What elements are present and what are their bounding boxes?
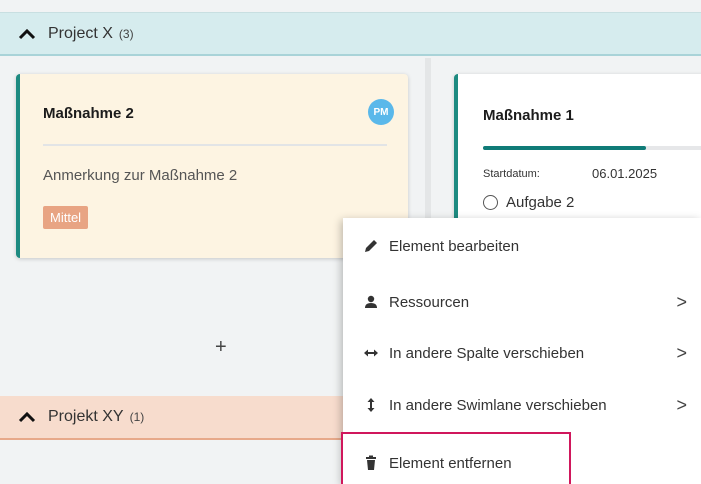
- menu-item-resources[interactable]: Ressourcen >: [343, 280, 701, 324]
- swimlane-count: (1): [129, 410, 145, 424]
- horizontal-arrows-icon: [363, 345, 379, 361]
- swimlane-body: [0, 444, 345, 484]
- menu-item-edit[interactable]: Element bearbeiten: [343, 224, 701, 268]
- chevron-up-icon[interactable]: [16, 23, 38, 45]
- menu-item-move-column[interactable]: In andere Spalte verschieben >: [343, 331, 701, 375]
- swimlane-title: Project X: [48, 24, 113, 42]
- swimlane-header-projekt-xy[interactable]: Projekt XY (1): [0, 396, 345, 440]
- highlight-frame: [341, 432, 571, 484]
- pencil-icon: [363, 238, 379, 254]
- chevron-right-icon: >: [676, 291, 687, 312]
- priority-badge: Mittel: [43, 206, 89, 229]
- progress-bar: [483, 146, 701, 150]
- menu-item-label: In andere Swimlane verschieben: [389, 396, 607, 414]
- progress-fill: [483, 146, 647, 150]
- card-massnahme-1[interactable]: Maßnahme 1 Startdatum: 06.01.2025 Aufgab…: [454, 74, 701, 224]
- card-note: Anmerkung zur Maßnahme 2: [43, 167, 238, 184]
- chevron-up-icon[interactable]: [16, 406, 38, 428]
- start-date-label: Startdatum:: [483, 168, 540, 180]
- card-title: Maßnahme 2: [43, 105, 134, 122]
- swimlane-count: (3): [118, 26, 134, 41]
- person-icon: [363, 294, 379, 310]
- task-label: Aufgabe 2: [506, 194, 575, 211]
- swimlane-header-project-x[interactable]: Project X (3): [0, 12, 701, 56]
- start-date-value: 06.01.2025: [592, 166, 658, 181]
- add-card-button[interactable]: +: [215, 336, 227, 359]
- chevron-right-icon: >: [676, 342, 687, 363]
- vertical-arrows-icon: [363, 397, 379, 413]
- swimlane-title: Projekt XY: [48, 408, 124, 425]
- avatar: PM: [368, 99, 394, 125]
- menu-item-label: Element bearbeiten: [389, 237, 520, 255]
- task-radio[interactable]: [483, 195, 498, 210]
- card-title: Maßnahme 1: [483, 107, 574, 124]
- chevron-right-icon: >: [676, 394, 687, 415]
- task-item[interactable]: Aufgabe 2: [483, 194, 574, 211]
- card-separator: [43, 144, 387, 146]
- menu-item-move-swimlane[interactable]: In andere Swimlane verschieben >: [343, 383, 701, 427]
- menu-item-label: Ressourcen: [389, 293, 470, 311]
- menu-item-label: In andere Spalte verschieben: [389, 344, 585, 362]
